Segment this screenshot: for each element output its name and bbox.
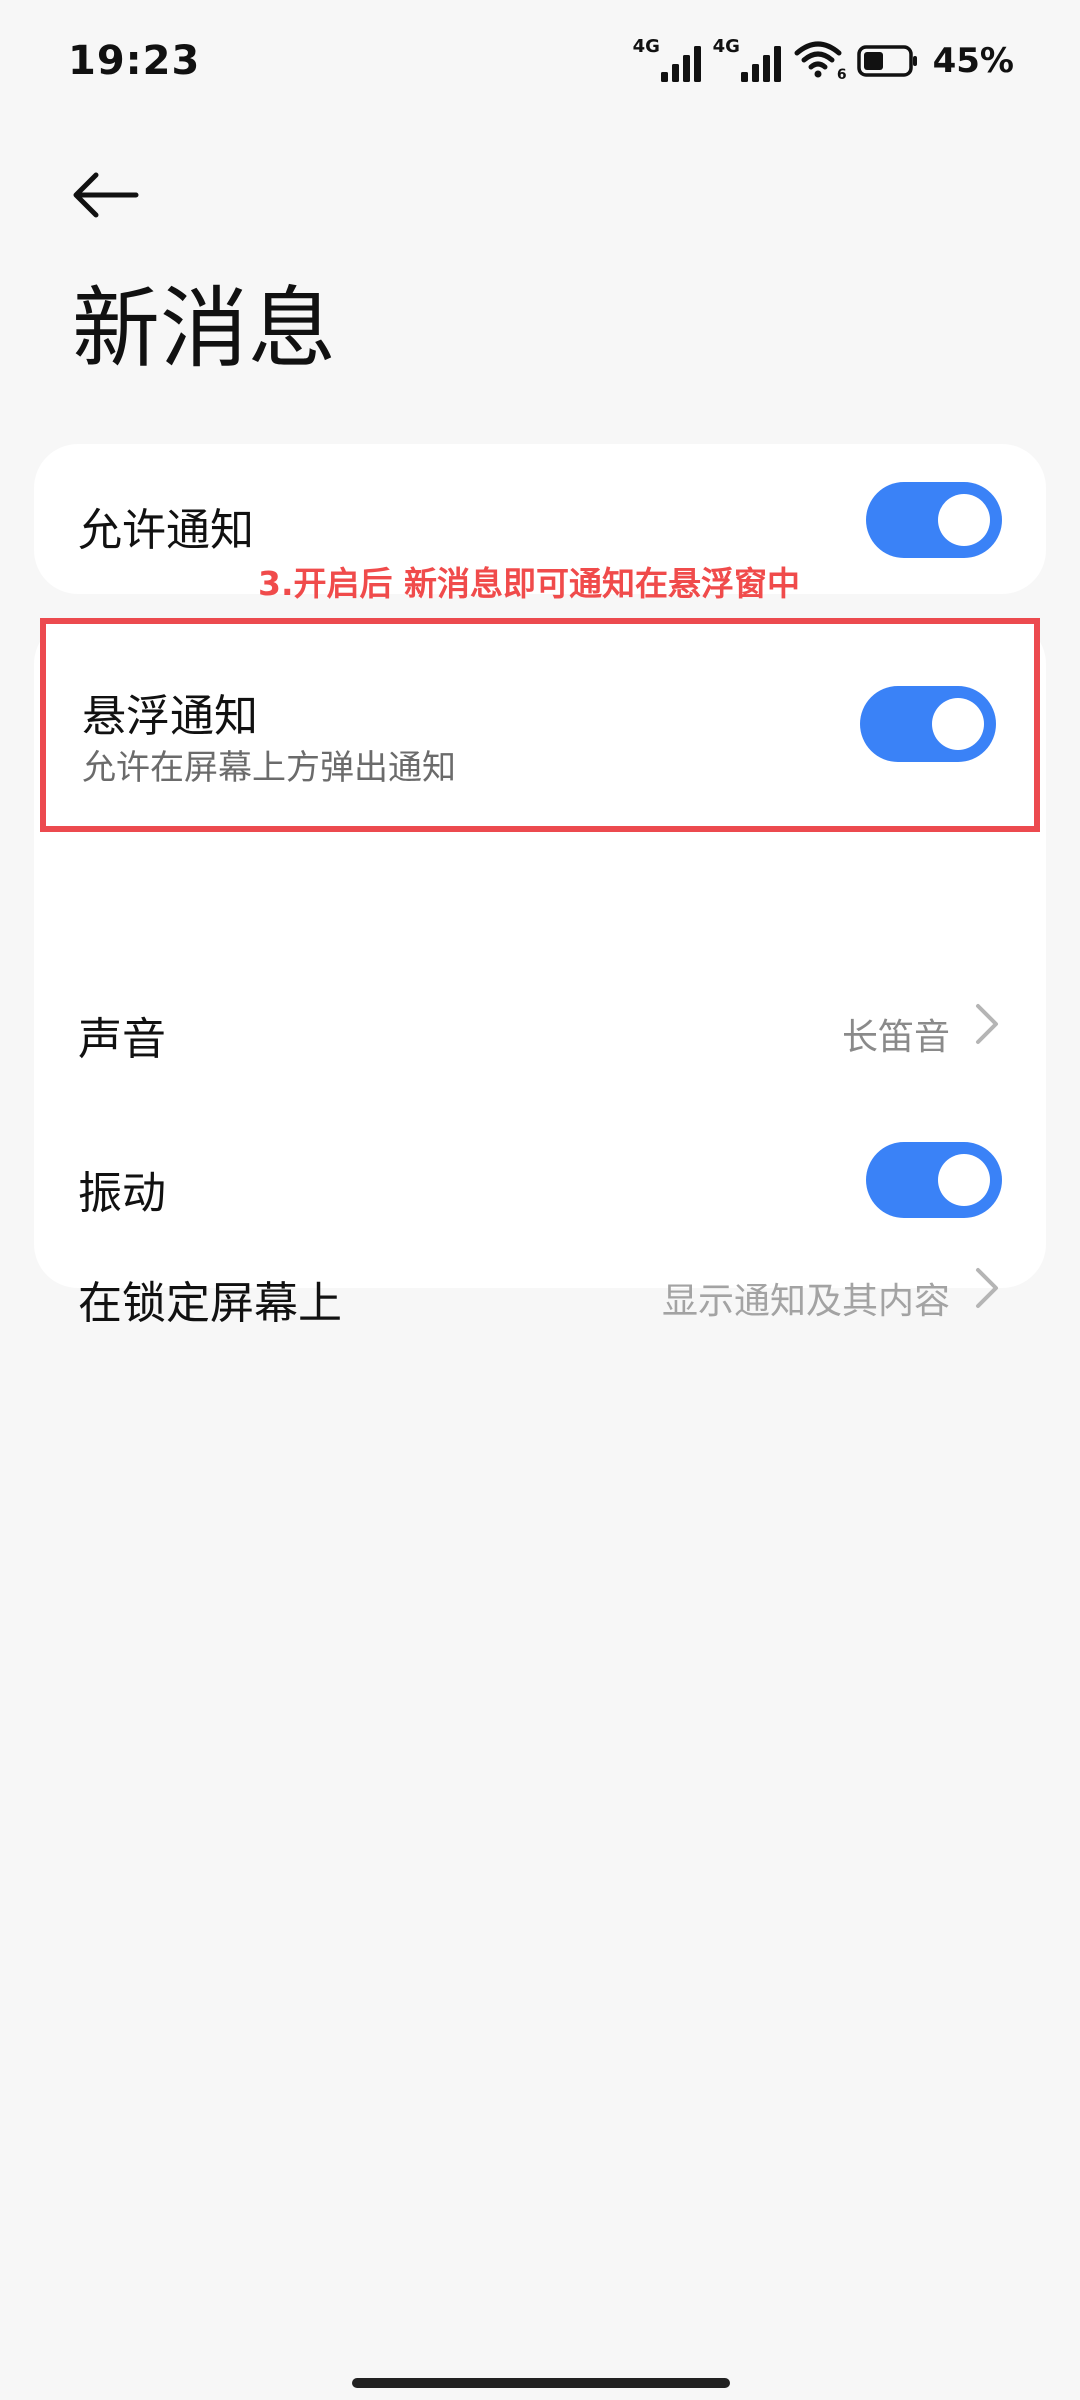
lock-screen-value: 显示通知及其内容 — [661, 1281, 950, 1322]
battery-percent: 45% — [932, 41, 1014, 81]
lock-screen-row[interactable]: 在锁定屏幕上 显示通知及其内容 — [34, 1175, 1046, 1329]
sound-value: 长笛音 — [841, 1017, 950, 1058]
page-title: 新消息 — [72, 277, 337, 380]
wifi-version-label: 6 — [836, 67, 847, 83]
chevron-right-icon — [976, 1004, 998, 1044]
back-button[interactable] — [70, 160, 150, 230]
toggle-knob — [938, 494, 990, 546]
cellular-signal-icon: 4G — [632, 36, 703, 84]
wifi-icon: 6 — [793, 39, 847, 83]
status-icons: 4G 4G 6 45% — [633, 36, 1014, 86]
lock-screen-label: 在锁定屏幕上 — [78, 1278, 342, 1329]
annotation-text: 3.开启后 新消息即可通知在悬浮窗中 — [258, 564, 800, 603]
network-type-label: 4G — [712, 36, 740, 57]
allow-notification-toggle[interactable] — [866, 482, 1002, 558]
cellular-signal-icon: 4G — [712, 36, 783, 84]
status-bar: 19:23 4G 4G 6 45% — [0, 0, 1080, 130]
arrow-left-icon — [73, 172, 139, 218]
sound-label: 声音 — [78, 1014, 166, 1065]
battery-icon — [856, 45, 919, 77]
floating-notification-highlight[interactable]: 悬浮通知 允许在屏幕上方弹出通知 — [40, 618, 1040, 832]
network-type-label: 4G — [632, 36, 660, 57]
floating-notification-label: 悬浮通知 — [82, 691, 258, 742]
toggle-knob — [932, 698, 984, 750]
floating-notification-subtitle: 允许在屏幕上方弹出通知 — [82, 748, 456, 788]
allow-notification-label: 允许通知 — [78, 505, 254, 556]
chevron-right-icon — [976, 1268, 998, 1308]
status-time: 19:23 — [68, 38, 201, 84]
home-indicator[interactable] — [352, 2378, 730, 2388]
sound-row[interactable]: 声音 长笛音 — [34, 966, 1046, 1086]
floating-notification-toggle[interactable] — [860, 686, 996, 762]
